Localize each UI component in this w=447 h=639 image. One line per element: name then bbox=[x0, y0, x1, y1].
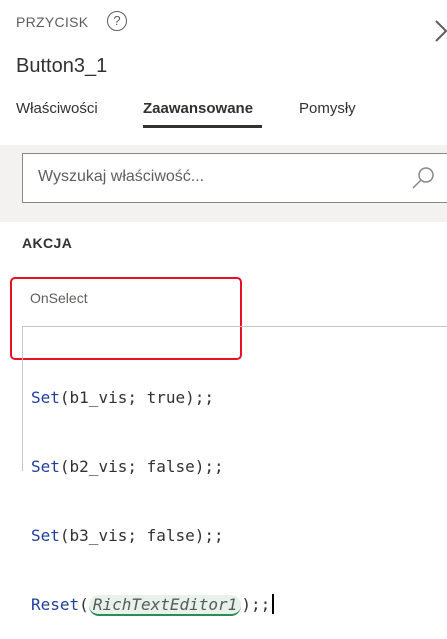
control-type-label: PRZYCISK bbox=[16, 14, 89, 30]
formula-line: Set(b2_vis; false);; bbox=[31, 455, 274, 478]
tab-ideas[interactable]: Pomysły bbox=[299, 100, 356, 117]
function-args: (b1_vis; true);; bbox=[59, 388, 215, 407]
section-title-action: AKCJA bbox=[22, 235, 73, 251]
formula-line: Reset(RichTextEditor1);; bbox=[31, 593, 275, 616]
text-cursor bbox=[272, 594, 275, 614]
function-name: Set bbox=[31, 457, 60, 476]
function-name: Set bbox=[31, 388, 60, 407]
chevron-right-icon[interactable] bbox=[432, 18, 447, 44]
search-icon[interactable] bbox=[408, 164, 438, 194]
formula-line: Set(b1_vis; true);; bbox=[31, 386, 274, 409]
help-icon[interactable]: ? bbox=[107, 11, 127, 31]
function-name: Reset bbox=[31, 595, 80, 614]
function-open-paren: ( bbox=[79, 595, 89, 614]
function-args: (b3_vis; false);; bbox=[59, 526, 224, 545]
tab-advanced[interactable]: Zaawansowane bbox=[143, 100, 253, 117]
properties-tabs: Właściwości Zaawansowane Pomysły bbox=[0, 100, 447, 130]
control-reference: RichTextEditor1 bbox=[88, 595, 242, 616]
function-close: );; bbox=[241, 595, 271, 614]
search-input[interactable]: Wyszukaj właściwość... bbox=[22, 153, 447, 203]
function-args: (b2_vis; false);; bbox=[59, 457, 224, 476]
formula-editor-border bbox=[22, 326, 447, 327]
formula-editor-left-border bbox=[22, 326, 23, 471]
formula-editor[interactable]: Set(b1_vis; true);; Set(b2_vis; false);;… bbox=[31, 340, 275, 639]
control-name[interactable]: Button3_1 bbox=[16, 55, 107, 78]
formula-line: Set(b3_vis; false);; bbox=[31, 524, 274, 547]
properties-panel-header: PRZYCISK ? Button3_1 Właściwości Zaawans… bbox=[0, 0, 447, 145]
function-name: Set bbox=[31, 526, 60, 545]
active-tab-indicator bbox=[143, 125, 262, 128]
search-placeholder: Wyszukaj właściwość... bbox=[38, 168, 205, 185]
tab-properties[interactable]: Właściwości bbox=[16, 100, 98, 117]
